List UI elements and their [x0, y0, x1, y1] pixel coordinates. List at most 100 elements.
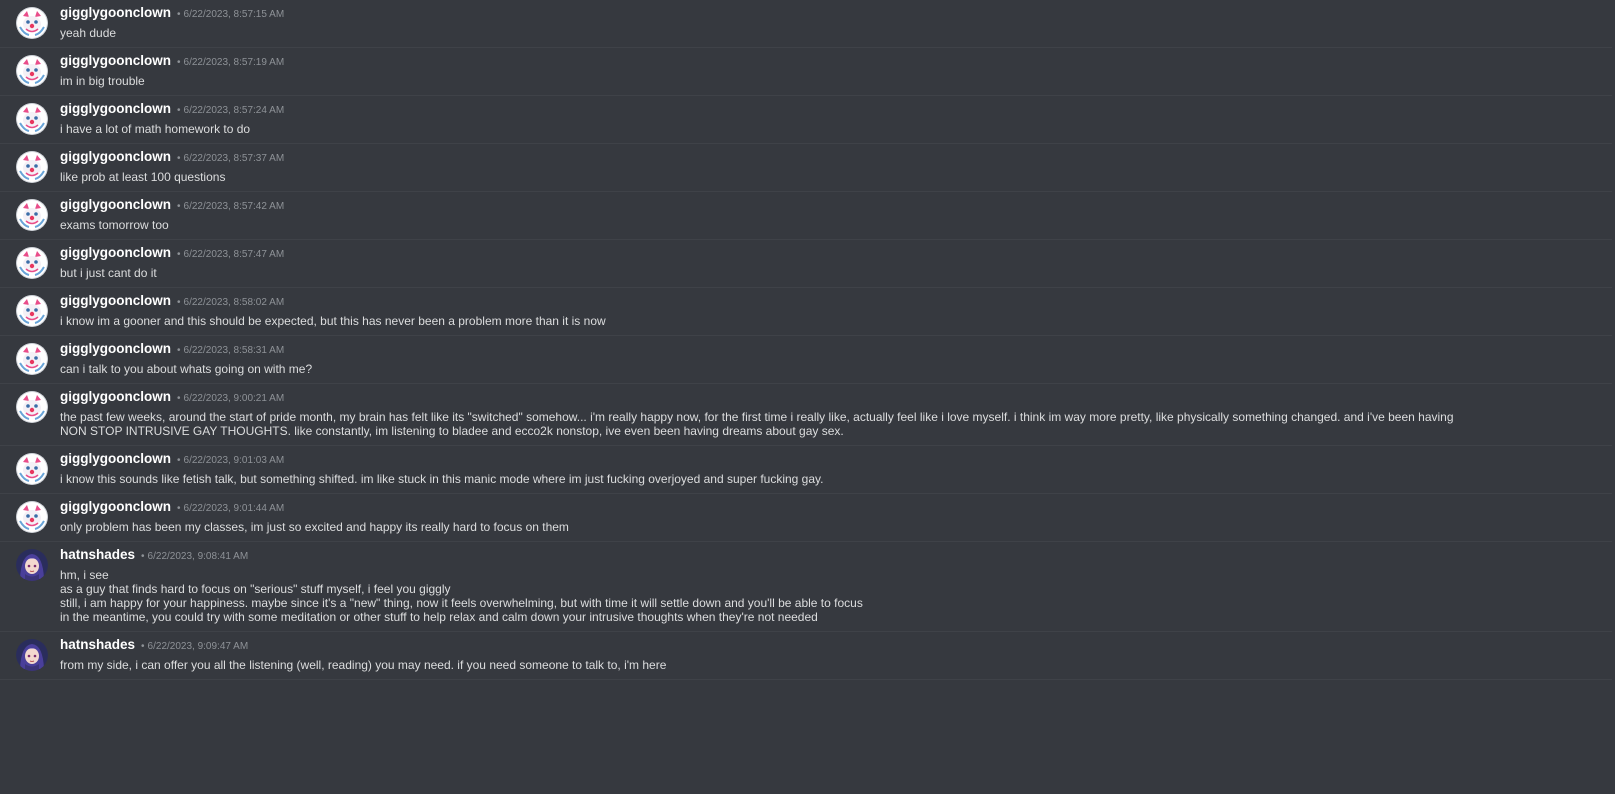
timestamp-separator: •	[177, 249, 181, 260]
clown-avatar-icon	[16, 151, 48, 183]
message-header: gigglygoonclown • 6/22/2023, 8:58:31 AM	[60, 341, 1600, 357]
username[interactable]: gigglygoonclown	[60, 245, 171, 260]
message-header: gigglygoonclown • 6/22/2023, 8:57:47 AM	[60, 245, 1600, 261]
message-text: still, i am happy for your happiness. ma…	[60, 596, 863, 610]
timestamp: 6/22/2023, 9:00:21 AM	[183, 393, 285, 404]
message-text: i have a lot of math homework to do	[60, 122, 251, 136]
message-text: in the meantime, you could try with some…	[60, 610, 818, 624]
timestamp: 6/22/2023, 8:57:15 AM	[183, 9, 285, 20]
message-header: gigglygoonclown • 6/22/2023, 9:00:21 AM	[60, 389, 1600, 405]
message[interactable]: gigglygoonclown • 6/22/2023, 8:57:37 AM lik…	[0, 144, 1612, 192]
message-body: yeah dude	[60, 26, 1600, 40]
avatar[interactable]	[16, 343, 48, 375]
clown-avatar-icon	[16, 295, 48, 327]
message-header: gigglygoonclown • 6/22/2023, 8:57:42 AM	[60, 197, 1600, 213]
username[interactable]: gigglygoonclown	[60, 149, 171, 164]
username[interactable]: gigglygoonclown	[60, 341, 171, 356]
message-text: NON STOP INTRUSIVE GAY THOUGHTS. like co…	[60, 424, 844, 438]
message-header: gigglygoonclown • 6/22/2023, 9:01:44 AM	[60, 499, 1600, 515]
message-list[interactable]: gigglygoonclown • 6/22/2023, 8:57:15 AM yea…	[0, 0, 1615, 794]
anime-girl-avatar-icon	[16, 639, 48, 671]
message-text: like prob at least 100 questions	[60, 170, 226, 184]
username[interactable]: gigglygoonclown	[60, 101, 171, 116]
message-content: gigglygoonclown • 6/22/2023, 8:57:24 AM i h…	[60, 101, 1612, 137]
avatar[interactable]	[16, 391, 48, 423]
message-content: gigglygoonclown • 6/22/2023, 9:01:44 AM onl…	[60, 499, 1612, 535]
message-header: gigglygoonclown • 6/22/2023, 8:57:19 AM	[60, 53, 1600, 69]
message-content: gigglygoonclown • 6/22/2023, 8:57:19 AM im …	[60, 53, 1612, 89]
message-text: only problem has been my classes, im jus…	[60, 520, 569, 534]
timestamp-separator: •	[177, 503, 181, 514]
timestamp-separator: •	[177, 201, 181, 212]
username[interactable]: gigglygoonclown	[60, 293, 171, 308]
timestamp: 6/22/2023, 8:57:24 AM	[183, 105, 285, 116]
timestamp: 6/22/2023, 9:08:41 AM	[147, 551, 249, 562]
username[interactable]: hatnshades	[60, 547, 135, 562]
username[interactable]: hatnshades	[60, 637, 135, 652]
avatar[interactable]	[16, 55, 48, 87]
avatar[interactable]	[16, 549, 48, 581]
message-header: gigglygoonclown • 6/22/2023, 8:57:37 AM	[60, 149, 1600, 165]
message-body: but i just cant do it	[60, 266, 1600, 280]
message[interactable]: gigglygoonclown • 6/22/2023, 8:57:24 AM i h…	[0, 96, 1612, 144]
message[interactable]: gigglygoonclown • 6/22/2023, 8:57:42 AM exa…	[0, 192, 1612, 240]
message-text: but i just cant do it	[60, 266, 157, 280]
clown-avatar-icon	[16, 453, 48, 485]
timestamp-separator: •	[177, 393, 181, 404]
message-body: i have a lot of math homework to do	[60, 122, 1600, 136]
username[interactable]: gigglygoonclown	[60, 53, 171, 68]
avatar[interactable]	[16, 639, 48, 671]
message[interactable]: gigglygoonclown • 6/22/2023, 8:58:02 AM i k…	[0, 288, 1612, 336]
message[interactable]: gigglygoonclown • 6/22/2023, 9:00:21 AM the…	[0, 384, 1612, 446]
avatar[interactable]	[16, 151, 48, 183]
message-body: like prob at least 100 questions	[60, 170, 1600, 184]
username[interactable]: gigglygoonclown	[60, 389, 171, 404]
timestamp-separator: •	[177, 9, 181, 20]
avatar[interactable]	[16, 295, 48, 327]
avatar[interactable]	[16, 103, 48, 135]
message-text: as a guy that finds hard to focus on "se…	[60, 582, 451, 596]
username[interactable]: gigglygoonclown	[60, 197, 171, 212]
message[interactable]: gigglygoonclown • 6/22/2023, 9:01:03 AM i k…	[0, 446, 1612, 494]
message[interactable]: gigglygoonclown • 6/22/2023, 8:57:47 AM but…	[0, 240, 1612, 288]
message-text: exams tomorrow too	[60, 218, 169, 232]
avatar[interactable]	[16, 7, 48, 39]
timestamp: 6/22/2023, 9:01:03 AM	[183, 455, 285, 466]
avatar[interactable]	[16, 501, 48, 533]
message-content: gigglygoonclown • 6/22/2023, 8:57:37 AM lik…	[60, 149, 1612, 185]
message[interactable]: hatnshades • 6/22/2023, 9:08:41 AM hm, i se…	[0, 542, 1612, 632]
timestamp: 6/22/2023, 8:57:37 AM	[183, 153, 285, 164]
message-content: gigglygoonclown • 6/22/2023, 8:57:42 AM exa…	[60, 197, 1612, 233]
message[interactable]: gigglygoonclown • 6/22/2023, 8:58:31 AM can…	[0, 336, 1612, 384]
message[interactable]: hatnshades • 6/22/2023, 9:09:47 AM from my …	[0, 632, 1612, 680]
username[interactable]: gigglygoonclown	[60, 499, 171, 514]
message-body: i know this sounds like fetish talk, but…	[60, 472, 1600, 486]
avatar[interactable]	[16, 247, 48, 279]
clown-avatar-icon	[16, 7, 48, 39]
message-body: the past few weeks, around the start of …	[60, 410, 1600, 438]
message-text: i know im a gooner and this should be ex…	[60, 314, 606, 328]
message-content: hatnshades • 6/22/2023, 9:09:47 AM from my …	[60, 637, 1612, 673]
message-header: gigglygoonclown • 6/22/2023, 8:58:02 AM	[60, 293, 1600, 309]
timestamp: 6/22/2023, 8:57:47 AM	[183, 249, 285, 260]
message-content: gigglygoonclown • 6/22/2023, 8:57:47 AM but…	[60, 245, 1612, 281]
username[interactable]: gigglygoonclown	[60, 5, 171, 20]
message[interactable]: gigglygoonclown • 6/22/2023, 8:57:19 AM im …	[0, 48, 1612, 96]
message-header: hatnshades • 6/22/2023, 9:09:47 AM	[60, 637, 1600, 653]
message[interactable]: gigglygoonclown • 6/22/2023, 8:57:15 AM yea…	[0, 0, 1612, 48]
message-body: i know im a gooner and this should be ex…	[60, 314, 1600, 328]
message[interactable]: gigglygoonclown • 6/22/2023, 9:01:44 AM onl…	[0, 494, 1612, 542]
timestamp-separator: •	[177, 153, 181, 164]
timestamp: 6/22/2023, 8:57:42 AM	[183, 201, 285, 212]
username[interactable]: gigglygoonclown	[60, 451, 171, 466]
message-body: from my side, i can offer you all the li…	[60, 658, 1600, 672]
message-body: only problem has been my classes, im jus…	[60, 520, 1600, 534]
message-content: gigglygoonclown • 6/22/2023, 8:58:02 AM i k…	[60, 293, 1612, 329]
timestamp: 6/22/2023, 9:01:44 AM	[183, 503, 285, 514]
message-content: gigglygoonclown • 6/22/2023, 8:57:15 AM yea…	[60, 5, 1612, 41]
avatar[interactable]	[16, 199, 48, 231]
avatar[interactable]	[16, 453, 48, 485]
message-content: gigglygoonclown • 6/22/2023, 8:58:31 AM can…	[60, 341, 1612, 377]
timestamp-separator: •	[177, 455, 181, 466]
clown-avatar-icon	[16, 343, 48, 375]
